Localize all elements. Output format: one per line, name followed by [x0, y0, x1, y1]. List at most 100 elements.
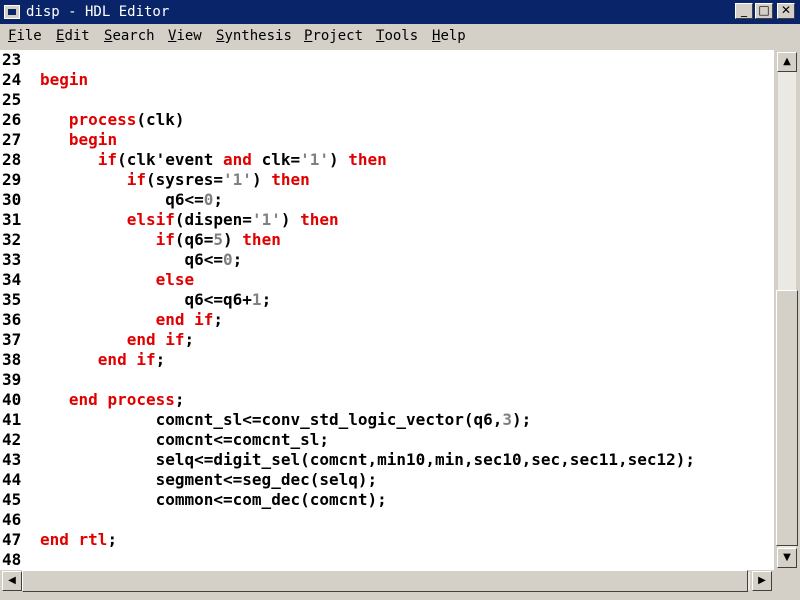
code-token: ;	[261, 290, 272, 309]
code-token: comcnt<=comcnt_sl;	[40, 430, 329, 449]
line-number: 25	[2, 90, 22, 109]
horizontal-scroll-thumb[interactable]	[22, 570, 748, 592]
code-line[interactable]: 40 end process;	[0, 390, 774, 410]
app-icon[interactable]	[4, 5, 20, 19]
menu-file[interactable]: File	[8, 28, 42, 44]
code-line[interactable]: 27 begin	[0, 130, 774, 150]
line-number: 43	[2, 450, 22, 469]
scroll-right-button[interactable]: ▶	[752, 571, 772, 591]
code-token: ;	[107, 530, 118, 549]
line-number: 34	[2, 270, 22, 289]
code-text: end if;	[40, 330, 194, 350]
code-text: q6<=0;	[40, 250, 242, 270]
code-line[interactable]: 37 end if;	[0, 330, 774, 350]
vertical-scrollbar[interactable]: ▲ ▼	[774, 50, 800, 570]
code-token: q6<=	[40, 190, 204, 209]
keyword-token: if	[126, 170, 146, 189]
code-token: (clk)	[136, 110, 185, 129]
code-token: comcnt_sl<=conv_std_logic_vector(q6,	[40, 410, 503, 429]
code-line[interactable]: 48	[0, 550, 774, 570]
menu-synthesis[interactable]: Synthesis	[216, 28, 292, 44]
close-button[interactable]: ✕	[777, 3, 795, 19]
literal-token: '1'	[223, 170, 252, 189]
literal-token: '1'	[300, 150, 330, 169]
code-line[interactable]: 41 comcnt_sl<=conv_std_logic_vector(q6,3…	[0, 410, 774, 430]
menu-project[interactable]: Project	[304, 28, 363, 44]
keyword-token: begin	[68, 130, 118, 149]
scroll-left-button[interactable]: ◀	[2, 571, 22, 591]
literal-token: 1	[251, 290, 262, 309]
code-token: ;	[184, 330, 195, 349]
code-line[interactable]: 46	[0, 510, 774, 530]
code-text: comcnt_sl<=conv_std_logic_vector(q6,3);	[40, 410, 532, 430]
code-line[interactable]: 34 else	[0, 270, 774, 290]
code-token: (clk'event	[117, 150, 224, 169]
scroll-down-button[interactable]: ▼	[777, 548, 797, 568]
menu-help[interactable]: Help	[432, 28, 466, 44]
line-number: 38	[2, 350, 22, 369]
minimize-button[interactable]: _	[735, 3, 753, 19]
maximize-button[interactable]: □	[755, 3, 773, 19]
code-token: ;	[174, 390, 185, 409]
code-line[interactable]: 26 process(clk)	[0, 110, 774, 130]
menu-edit[interactable]: Edit	[56, 28, 90, 44]
literal-token: 5	[213, 230, 224, 249]
menu-search[interactable]: Search	[104, 28, 155, 44]
code-text: elsif(dispen='1') then	[40, 210, 339, 230]
line-number: 23	[2, 50, 22, 69]
line-number: 47	[2, 530, 22, 549]
keyword-token: and	[223, 150, 252, 169]
code-token: (dispen=	[174, 210, 252, 229]
keyword-token: elsif	[126, 210, 175, 229]
horizontal-scrollbar[interactable]: ◀ ▶	[0, 570, 800, 600]
code-line[interactable]: 36 end if;	[0, 310, 774, 330]
code-editor[interactable]: 23 24 begin 25 26 process(clk) 27 begin 28 if(…	[0, 50, 774, 570]
keyword-token: else	[155, 270, 195, 289]
keyword-token: then	[348, 150, 387, 169]
code-text: common<=com_dec(comcnt);	[40, 490, 387, 510]
code-text: selq<=digit_sel(comcnt,min10,min,sec10,s…	[40, 450, 695, 470]
line-number: 35	[2, 290, 22, 309]
code-text: begin	[40, 130, 117, 150]
code-line[interactable]: 38 end if;	[0, 350, 774, 370]
code-text: end if;	[40, 310, 223, 330]
code-line[interactable]: 33 q6<=0;	[0, 250, 774, 270]
code-line[interactable]: 42 comcnt<=comcnt_sl;	[0, 430, 774, 450]
code-token: common<=com_dec(comcnt);	[40, 490, 387, 509]
keyword-token: if	[155, 230, 175, 249]
code-line[interactable]: 30 q6<=0;	[0, 190, 774, 210]
code-line[interactable]: 35 q6<=q6+1;	[0, 290, 774, 310]
menu-view[interactable]: View	[168, 28, 202, 44]
code-line[interactable]: 39	[0, 370, 774, 390]
literal-token: 3	[502, 410, 513, 429]
line-number: 30	[2, 190, 22, 209]
keyword-token: then	[242, 230, 281, 249]
menu-tools[interactable]: Tools	[376, 28, 418, 44]
line-number: 39	[2, 370, 22, 389]
line-number: 24	[2, 70, 22, 89]
code-line[interactable]: 24 begin	[0, 70, 774, 90]
code-line[interactable]: 44 segment<=seg_dec(selq);	[0, 470, 774, 490]
code-line[interactable]: 29 if(sysres='1') then	[0, 170, 774, 190]
code-line[interactable]: 25	[0, 90, 774, 110]
keyword-token: end if	[126, 330, 185, 349]
keyword-token: then	[271, 170, 310, 189]
keyword-token: begin	[40, 70, 89, 89]
code-text: begin	[40, 70, 88, 90]
scroll-up-button[interactable]: ▲	[777, 52, 797, 72]
code-text: q6<=q6+1;	[40, 290, 271, 310]
code-line[interactable]: 28 if(clk'event and clk='1') then	[0, 150, 774, 170]
vertical-scroll-thumb[interactable]	[776, 290, 798, 546]
code-token: q6<=q6+	[40, 290, 252, 309]
code-line[interactable]: 31 elsif(dispen='1') then	[0, 210, 774, 230]
code-line[interactable]: 32 if(q6=5) then	[0, 230, 774, 250]
code-line[interactable]: 45 common<=com_dec(comcnt);	[0, 490, 774, 510]
line-number: 32	[2, 230, 22, 249]
code-line[interactable]: 43 selq<=digit_sel(comcnt,min10,min,sec1…	[0, 450, 774, 470]
code-line[interactable]: 47 end rtl;	[0, 530, 774, 550]
code-line[interactable]: 23	[0, 50, 774, 70]
